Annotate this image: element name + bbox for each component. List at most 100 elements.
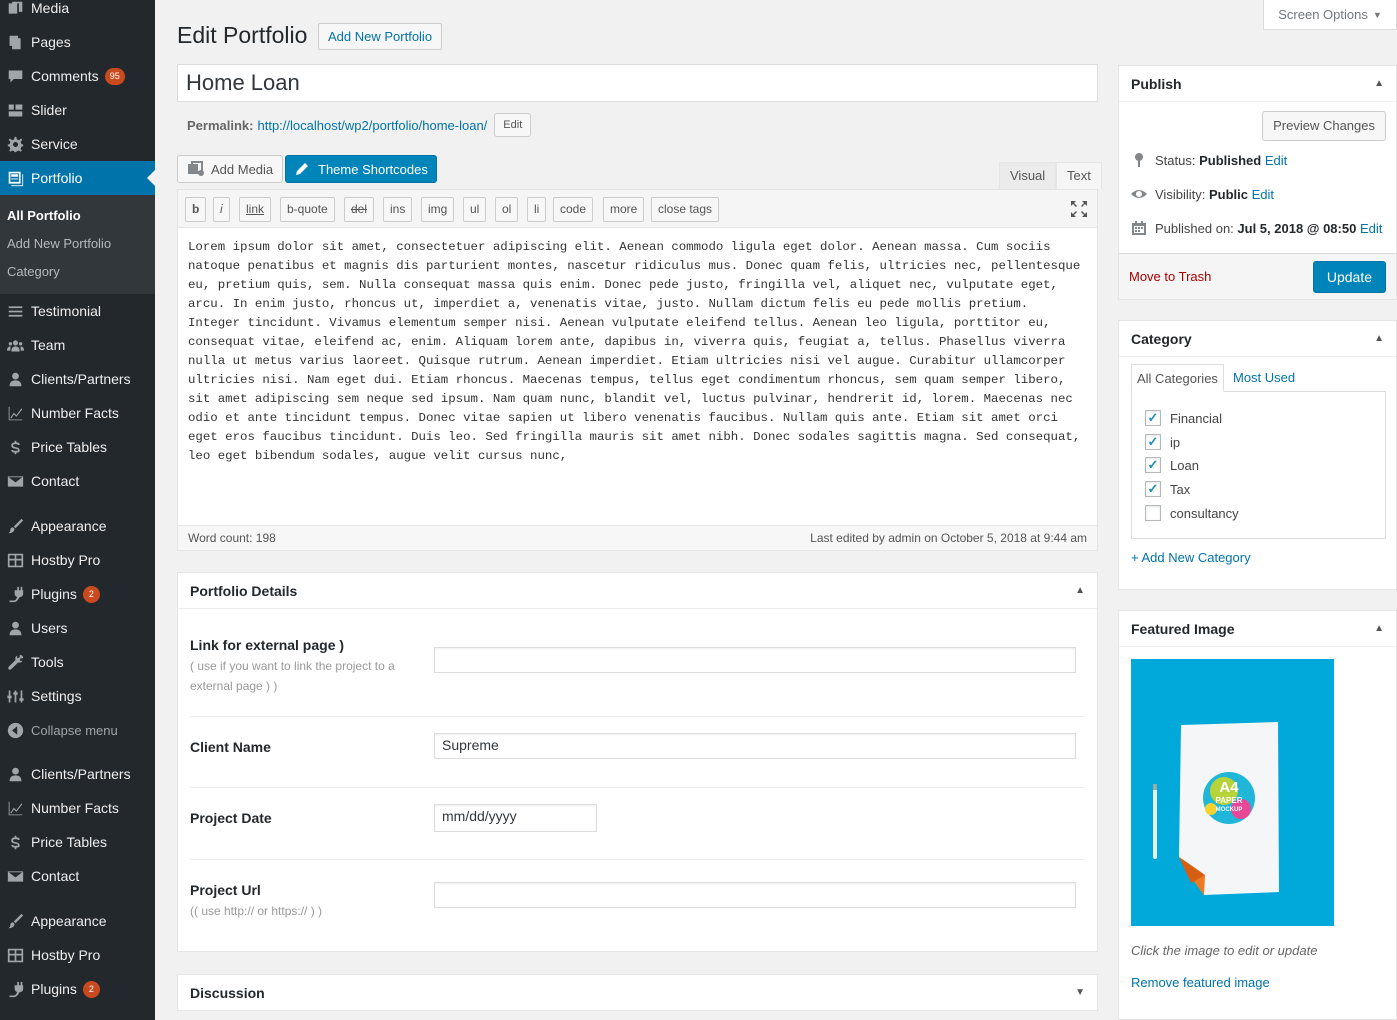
tab-visual[interactable]: Visual [999,162,1057,189]
qt-close-tags-button[interactable]: close tags [651,197,720,222]
media-icon [188,161,204,176]
category-item[interactable]: ✓ Financial [1145,410,1222,426]
brush-icon [0,518,31,535]
featured-image-thumbnail[interactable]: A4 PAPER MOCKUP [1131,659,1334,926]
permalink-link[interactable]: http://localhost/wp2/portfolio/home-loan… [257,118,487,133]
status-label: Status: [1155,152,1196,168]
submenu-add-new-portfolio[interactable]: Add New Portfolio [0,231,155,259]
sidebar-item-number-facts[interactable]: Number Facts [0,396,155,430]
visibility-edit-link[interactable]: Edit [1252,187,1274,202]
sidebar-item-price-tables[interactable]: Price Tables [0,825,155,859]
collapse-up-icon[interactable]: ▲ [1374,623,1384,634]
category-item[interactable]: consultancy [1145,505,1239,521]
tab-all-categories[interactable]: All Categories [1131,364,1224,392]
divider [190,859,1085,860]
qt-italic-button[interactable]: i [213,197,230,222]
project-url-input[interactable] [434,882,1076,908]
sidebar-item-label: Team [31,337,66,353]
sidebar-item-users[interactable]: Users [0,611,155,645]
submenu-category[interactable]: Category [0,259,155,287]
sidebar-item-tools[interactable]: Tools [0,645,155,679]
sidebar-item-number-facts[interactable]: Number Facts [0,791,155,825]
external-link-input[interactable] [434,647,1076,673]
published-edit-link[interactable]: Edit [1360,221,1382,236]
publish-header[interactable]: Publish ▲ [1119,66,1396,102]
permalink-edit-button[interactable]: Edit [494,113,532,137]
qt-code-button[interactable]: code [553,197,594,222]
category-item[interactable]: ✓ ip [1145,434,1180,450]
expand-down-icon[interactable]: ▼ [1075,987,1085,998]
collapse-up-icon[interactable]: ▲ [1075,585,1085,596]
qt-bquote-button[interactable]: b-quote [280,197,335,222]
published-label: Published on: [1155,220,1234,236]
caret-down-icon: ▼ [1372,9,1382,20]
sidebar-item-hostby-pro[interactable]: Hostby Pro [0,543,155,577]
sidebar-item-price-tables[interactable]: Price Tables [0,430,155,464]
qt-ins-button[interactable]: ins [383,197,413,222]
sidebar-item-appearance[interactable]: Appearance [0,509,155,543]
qt-li-button[interactable]: li [527,197,547,222]
sidebar-item-clients-partners[interactable]: Clients/Partners [0,362,155,396]
published-value: Jul 5, 2018 @ 08:50 [1237,220,1357,236]
collapse-up-icon[interactable]: ▲ [1374,333,1384,344]
sidebar-item-contact[interactable]: Contact [0,464,155,498]
add-new-portfolio-button[interactable]: Add New Portfolio [318,23,443,50]
category-checkbox[interactable]: ✓ [1145,457,1161,473]
qt-more-button[interactable]: more [603,197,645,222]
post-title-input[interactable]: Home Loan [177,64,1098,102]
sidebar-item-collapse-menu[interactable]: Collapse menu [0,713,155,747]
sidebar-item-hostby-pro[interactable]: Hostby Pro [0,938,155,972]
category-checkbox[interactable] [1145,505,1161,521]
sidebar-item-portfolio[interactable]: Portfolio [0,161,155,195]
sidebar-item-team[interactable]: Team [0,328,155,362]
client-name-input[interactable]: Supreme [434,733,1076,759]
add-media-button[interactable]: Add Media [177,155,284,183]
category-item[interactable]: ✓ Tax [1145,481,1190,497]
qt-del-button[interactable]: del [344,197,375,222]
move-to-trash-link[interactable]: Move to Trash [1129,269,1211,284]
category-item[interactable]: ✓ Loan [1145,457,1199,473]
editor-status-bar: Word count: 198 Last edited by admin on … [178,525,1097,550]
sidebar-item-clients-partners[interactable]: Clients/Partners [0,757,155,791]
discussion-header[interactable]: Discussion ▼ [178,975,1097,1010]
sidebar-item-service[interactable]: Service [0,127,155,161]
qt-img-button[interactable]: img [421,197,455,222]
tab-most-used[interactable]: Most Used [1228,364,1300,392]
category-checkbox[interactable]: ✓ [1145,481,1161,497]
sidebar-item-slider[interactable]: Slider [0,93,155,127]
qt-bold-button[interactable]: b [185,197,207,222]
sidebar-item-pages[interactable]: Pages [0,25,155,59]
update-button[interactable]: Update [1312,261,1386,293]
add-new-category-link[interactable]: + Add New Category [1131,550,1251,565]
category-header[interactable]: Category ▲ [1119,321,1396,357]
tab-text[interactable]: Text [1056,162,1102,189]
sidebar-item-settings[interactable]: Settings [0,679,155,713]
theme-shortcodes-button[interactable]: Theme Shortcodes [285,155,437,183]
project-date-label: Project Date [190,810,272,826]
screen-options-button[interactable]: Screen Options ▼ [1263,0,1397,30]
qt-link-button[interactable]: link [239,197,272,222]
sidebar-item-appearance[interactable]: Appearance [0,904,155,938]
sidebar-item-testimonial[interactable]: Testimonial [0,294,155,328]
category-checkbox[interactable]: ✓ [1145,410,1161,426]
status-edit-link[interactable]: Edit [1265,153,1287,168]
image-text-a4: A4 [1219,779,1239,796]
external-link-description: ( use if you want to link the project to… [190,659,395,693]
collapse-up-icon[interactable]: ▲ [1374,78,1384,89]
qt-ul-button[interactable]: ul [463,197,487,222]
preview-changes-button[interactable]: Preview Changes [1262,111,1386,141]
portfolio-details-header[interactable]: Portfolio Details ▲ [178,573,1097,609]
featured-image-header[interactable]: Featured Image ▲ [1119,611,1396,647]
sidebar-item-plugins[interactable]: Plugins 2 [0,577,155,611]
sidebar-item-media[interactable]: Media [0,0,155,25]
sidebar-item-plugins[interactable]: Plugins 2 [0,972,155,1006]
submenu-all-portfolio[interactable]: All Portfolio [0,203,155,231]
editor-textarea[interactable]: Lorem ipsum dolor sit amet, consectetuer… [188,238,1083,466]
remove-featured-image-link[interactable]: Remove featured image [1131,975,1270,990]
sidebar-item-contact[interactable]: Contact [0,859,155,893]
qt-ol-button[interactable]: ol [495,197,519,222]
project-date-input[interactable]: mm/dd/yyyy [434,804,597,832]
category-checkbox[interactable]: ✓ [1145,434,1161,450]
sidebar-item-comments[interactable]: Comments 95 [0,59,155,93]
fullscreen-icon[interactable] [1070,200,1088,218]
